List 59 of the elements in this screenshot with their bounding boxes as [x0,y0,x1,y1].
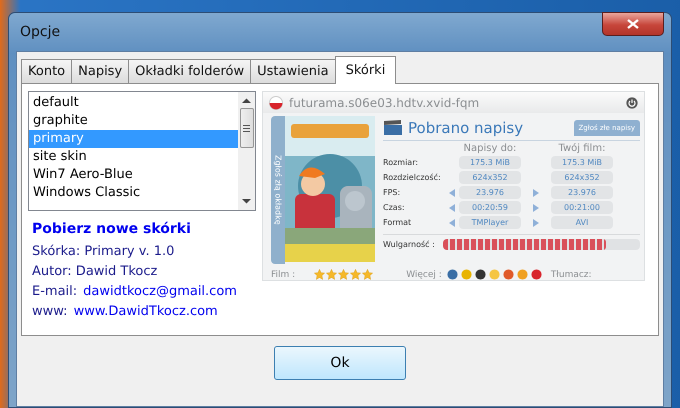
tab[interactable]: Konto [21,59,72,83]
film-value: 23.976 [551,186,613,199]
scroll-up-icon[interactable] [242,98,251,104]
tab[interactable]: Skórki [334,56,396,84]
scroll-down-icon[interactable] [242,198,251,204]
scroll-thumb[interactable] [240,108,254,148]
www-label: www: [32,303,68,321]
skin-item[interactable]: graphite [29,112,238,130]
skin-item[interactable]: default [29,94,238,112]
translator-label: Tłumacz: [550,270,592,280]
subtitle-value: 624x352 [459,171,521,184]
site-icon[interactable] [474,269,486,280]
close-icon [627,19,639,29]
skin-item[interactable]: Win7 Aero-Blue [29,166,238,184]
row-label: FPS: [383,188,402,197]
film-label: Film : [271,270,296,280]
skin-name: Skórka: Primary v. 1.0 [32,243,176,261]
skin-list[interactable]: default graphite primary site skin Win7 Aero-Blue Windows Classic [28,91,256,211]
power-icon[interactable] [626,96,638,108]
download-skins-link[interactable]: Pobierz nowe skórki [32,221,256,237]
skin-item[interactable]: Windows Classic [29,184,238,202]
author-name: Autor: Dawid Tkocz [32,263,158,281]
tab[interactable]: Napisy [71,59,130,83]
scrollbar[interactable] [238,92,255,210]
subtitle-value: 23.976 [459,186,521,199]
subtitle-value: 175.3 MiB [459,156,521,169]
star-icon [350,269,362,280]
email-link[interactable]: dawidtkocz@gmail.com [83,283,237,301]
row-label: Format [383,218,412,227]
file-name: futurama.s06e03.hdtv.xvid-fqm [289,96,480,110]
window-title: Opcje [20,24,60,40]
skin-item[interactable]: site skin [29,148,238,166]
row-label: Czas: [383,203,406,212]
more-label: Więcej : [406,270,442,280]
tab[interactable]: Ustawienia [250,59,336,83]
star-icon [326,269,338,280]
row-label: Rozdzielczość: [383,173,442,182]
email-label: E-mail: [32,283,78,301]
subtitle-value: 00:20:59 [459,201,521,214]
vulgarity-label: Wulgarność : [383,240,435,249]
subtitle-value: TMPlayer [459,216,521,229]
flag-icon [269,96,283,110]
column-header: Twój film: [558,143,606,154]
close-button[interactable] [602,12,664,36]
clapperboard-icon [383,120,403,136]
film-value: 175.3 MiB [551,156,613,169]
ok-button[interactable]: Ok [274,346,406,380]
star-icon [338,269,350,280]
film-value: AVI [551,216,613,229]
film-rating[interactable] [314,269,374,280]
film-value: 00:21:00 [551,201,613,214]
tab[interactable]: Okładki folderów [128,59,252,83]
website-link[interactable]: www.DawidTkocz.com [74,303,218,321]
star-icon [314,269,326,280]
row-label: Rozmiar: [383,158,420,167]
film-value: 624x352 [551,171,613,184]
column-header: Napisy do: [462,143,518,154]
status-title: Pobrano napisy [408,119,524,137]
star-icon [362,269,374,280]
